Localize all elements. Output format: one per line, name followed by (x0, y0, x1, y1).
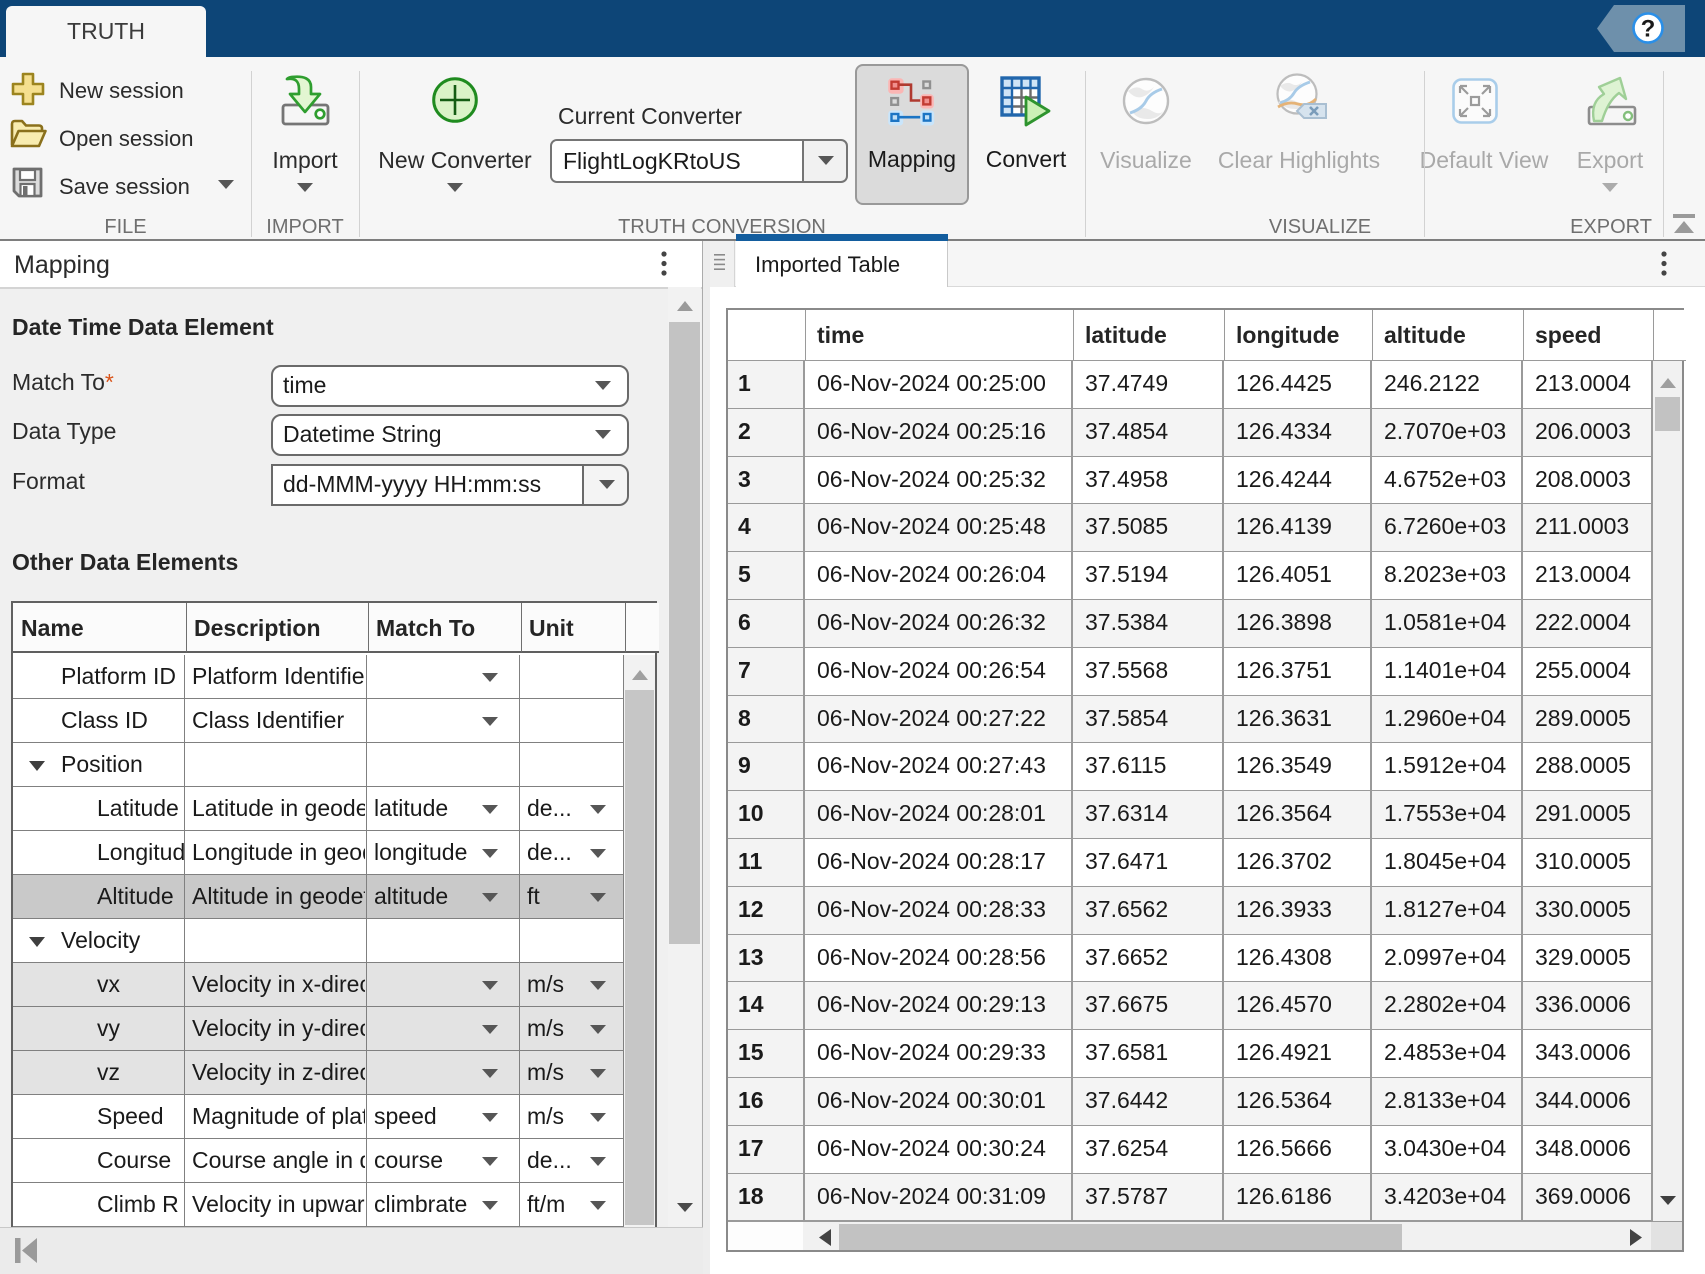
svg-text:?: ? (1641, 16, 1656, 43)
